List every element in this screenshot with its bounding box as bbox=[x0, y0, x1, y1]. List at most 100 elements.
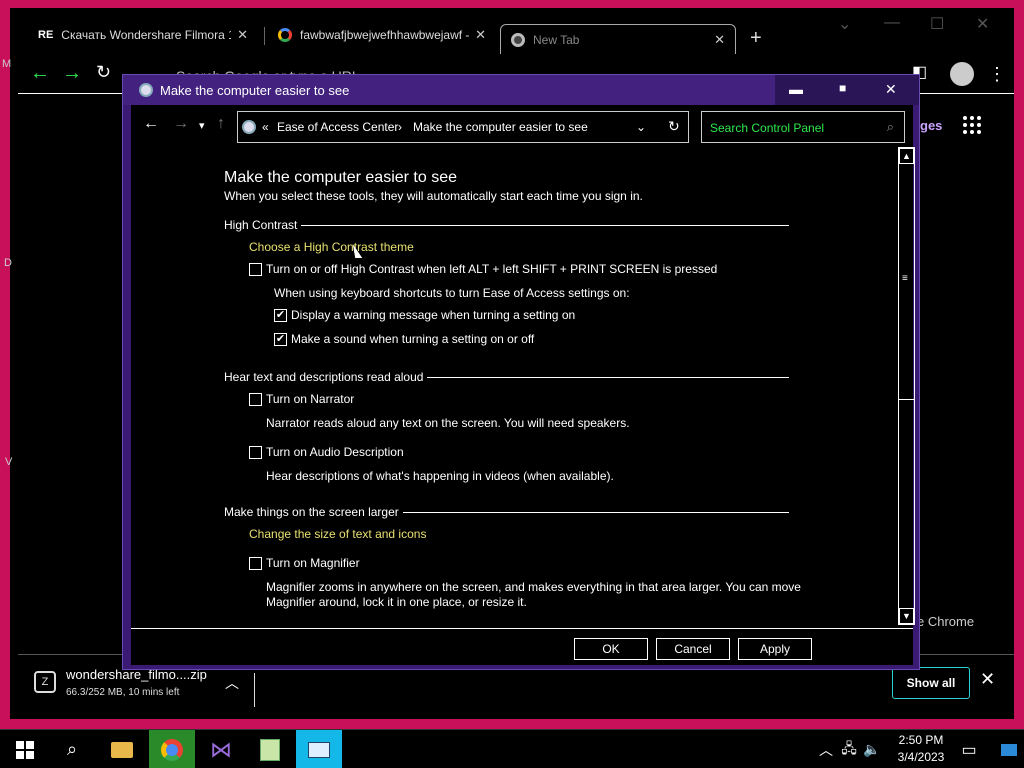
checkbox-label: Turn on Magnifier bbox=[266, 556, 360, 570]
tab-new-tab[interactable]: New Tab ✕ bbox=[500, 24, 736, 54]
chrome-menu-icon[interactable]: ⋮ bbox=[988, 64, 1006, 85]
tab-close-icon[interactable]: ✕ bbox=[475, 27, 486, 43]
browser-maximize-icon[interactable]: ☐ bbox=[930, 14, 944, 34]
download-chevron-up-icon[interactable]: ︿ bbox=[225, 673, 239, 693]
maximize-icon[interactable]: ■ bbox=[839, 81, 846, 95]
refresh-icon[interactable]: ↻ bbox=[668, 118, 680, 135]
ok-button[interactable]: OK bbox=[574, 638, 648, 660]
section-narrator: Hear text and descriptions read aloud bbox=[224, 370, 789, 384]
left-edge-text: M bbox=[2, 58, 12, 70]
section-title: High Contrast bbox=[224, 218, 298, 232]
file-explorer-icon[interactable] bbox=[99, 730, 145, 768]
filmora-site-icon: RE bbox=[38, 29, 54, 41]
windows-start-icon[interactable] bbox=[2, 730, 48, 768]
checkbox-label: Display a warning message when turning a… bbox=[291, 308, 576, 322]
show-hidden-icons-chevron-icon[interactable]: ︿ bbox=[815, 730, 837, 768]
tab-google-search[interactable]: fawbwafjbwejwefhhawbwejawf - ✕ bbox=[268, 18, 496, 52]
narrator-checkbox[interactable]: Turn on Narrator bbox=[249, 392, 354, 406]
warning-message-checkbox[interactable]: ✔ Display a warning message when turning … bbox=[274, 308, 575, 322]
page-subheading: When you select these tools, they will a… bbox=[224, 189, 643, 203]
checkbox-label: Turn on Audio Description bbox=[266, 445, 404, 459]
download-divider bbox=[254, 673, 255, 707]
checkbox-box[interactable] bbox=[249, 445, 262, 459]
reload-icon[interactable]: ↻ bbox=[96, 62, 111, 83]
show-desktop-icon[interactable] bbox=[995, 730, 1023, 768]
checkbox-box[interactable] bbox=[249, 556, 262, 570]
high-contrast-shortcut-checkbox[interactable]: Turn on or off High Contrast when left A… bbox=[249, 262, 717, 276]
browser-close-icon[interactable]: ✕ bbox=[976, 14, 989, 34]
magnifier-description: Magnifier zooms in anywhere on the scree… bbox=[266, 580, 801, 594]
sound-checkbox[interactable]: ✔ Make a sound when turning a setting on … bbox=[274, 332, 534, 346]
breadcrumb-ease-of-access[interactable]: Ease of Access Center bbox=[277, 120, 398, 134]
forward-arrow-icon[interactable]: → bbox=[173, 115, 189, 133]
scrollbar-thumb[interactable] bbox=[899, 172, 914, 400]
search-icon[interactable]: ⌕ bbox=[887, 119, 894, 135]
notepad-plus-icon[interactable] bbox=[247, 730, 293, 768]
recent-pages-chevron-icon[interactable]: ▾ bbox=[199, 119, 205, 132]
back-arrow-icon[interactable]: ← bbox=[30, 62, 50, 85]
section-title: Make things on the screen larger bbox=[224, 505, 399, 519]
left-edge-text: V bbox=[5, 456, 13, 468]
chrome-tab-icon bbox=[511, 32, 525, 47]
search-control-panel-input[interactable]: Search Control Panel ⌕ bbox=[701, 111, 905, 143]
checkbox-box[interactable] bbox=[249, 392, 262, 406]
clock-time: 2:50 PM bbox=[898, 733, 944, 747]
action-center-icon[interactable]: ▭ bbox=[954, 730, 984, 768]
dialog-title-bar[interactable]: Make the computer easier to see ▬ ■ ✕ bbox=[123, 75, 919, 105]
close-icon[interactable]: ✕ bbox=[885, 81, 897, 98]
breadcrumb-current[interactable]: Make the computer easier to see bbox=[413, 120, 588, 134]
control-panel-icon bbox=[242, 120, 256, 134]
search-placeholder: Search Control Panel bbox=[710, 121, 825, 135]
scroll-up-icon[interactable]: ▲ bbox=[899, 148, 914, 164]
tab-filmora[interactable]: RE Скачать Wondershare Filmora 1... ✕ bbox=[28, 18, 258, 52]
checkbox-checked-icon[interactable]: ✔ bbox=[274, 308, 287, 322]
choose-high-contrast-link[interactable]: Choose a High Contrast theme bbox=[249, 240, 414, 254]
change-text-size-link[interactable]: Change the size of text and icons bbox=[249, 527, 426, 541]
checkbox-label: Turn on Narrator bbox=[266, 392, 355, 406]
network-icon[interactable]: 🖧 bbox=[838, 730, 860, 768]
up-arrow-icon[interactable]: ↑ bbox=[217, 115, 225, 133]
left-edge-text: D bbox=[4, 257, 12, 269]
address-dropdown-icon[interactable]: ⌄ bbox=[636, 120, 646, 134]
apply-button[interactable]: Apply bbox=[738, 638, 812, 660]
tab-search-chevron-icon[interactable]: ⌄ bbox=[838, 14, 851, 34]
checkbox-checked-icon[interactable]: ✔ bbox=[274, 332, 287, 346]
tab-close-icon[interactable]: ✕ bbox=[237, 27, 248, 43]
control-panel-taskbar-icon[interactable] bbox=[296, 730, 342, 768]
audio-description-checkbox[interactable]: Turn on Audio Description bbox=[249, 445, 404, 459]
cancel-button[interactable]: Cancel bbox=[656, 638, 730, 660]
search-icon[interactable]: ⌕ bbox=[49, 730, 95, 768]
visual-studio-icon[interactable]: ⋈ bbox=[198, 730, 244, 768]
close-download-bar-icon[interactable]: ✕ bbox=[980, 669, 995, 690]
taskbar: ⌕ ⋈ ︿ 🖧 🔈 2:50 PM 3/4/2023 ▭ bbox=[0, 729, 1024, 768]
google-apps-icon[interactable] bbox=[963, 116, 981, 134]
vertical-scrollbar[interactable]: ▲ ≡ ▼ bbox=[898, 147, 915, 625]
magnifier-checkbox[interactable]: Turn on Magnifier bbox=[249, 556, 360, 570]
volume-icon[interactable]: 🔈 bbox=[861, 730, 883, 768]
checkbox-label: Make a sound when turning a setting on o… bbox=[291, 332, 535, 346]
control-panel-icon bbox=[139, 83, 153, 97]
checkbox-box[interactable] bbox=[249, 262, 262, 276]
dialog-title: Make the computer easier to see bbox=[160, 83, 350, 98]
system-clock[interactable]: 2:50 PM 3/4/2023 bbox=[893, 732, 949, 766]
tab-separator bbox=[264, 27, 265, 45]
chrome-taskbar-icon[interactable] bbox=[149, 730, 195, 768]
magnifier-description-2: Magnifier around, lock it in one place, … bbox=[266, 595, 527, 609]
browser-minimize-icon[interactable]: — bbox=[884, 14, 900, 32]
tab-title: fawbwafjbwejwefhhawbwejawf - bbox=[300, 28, 470, 42]
zip-file-icon: Z bbox=[34, 671, 56, 693]
images-link[interactable]: ges bbox=[920, 118, 942, 133]
new-tab-plus-icon[interactable]: + bbox=[750, 27, 762, 50]
address-bar[interactable]: « Ease of Access Center › Make the compu… bbox=[237, 111, 689, 143]
google-icon bbox=[278, 28, 292, 42]
show-all-button[interactable]: Show all bbox=[892, 667, 970, 699]
breadcrumb-prefix[interactable]: « bbox=[262, 120, 269, 134]
tab-title: Скачать Wondershare Filmora 1... bbox=[61, 28, 232, 42]
scroll-down-icon[interactable]: ▼ bbox=[899, 608, 914, 624]
customize-chrome-text[interactable]: e Chrome bbox=[917, 614, 974, 629]
minimize-icon[interactable]: ▬ bbox=[789, 81, 803, 97]
back-arrow-icon[interactable]: ← bbox=[143, 115, 159, 133]
tab-close-icon[interactable]: ✕ bbox=[714, 32, 725, 48]
profile-avatar-icon[interactable] bbox=[950, 62, 974, 86]
forward-arrow-icon[interactable]: → bbox=[62, 62, 82, 85]
